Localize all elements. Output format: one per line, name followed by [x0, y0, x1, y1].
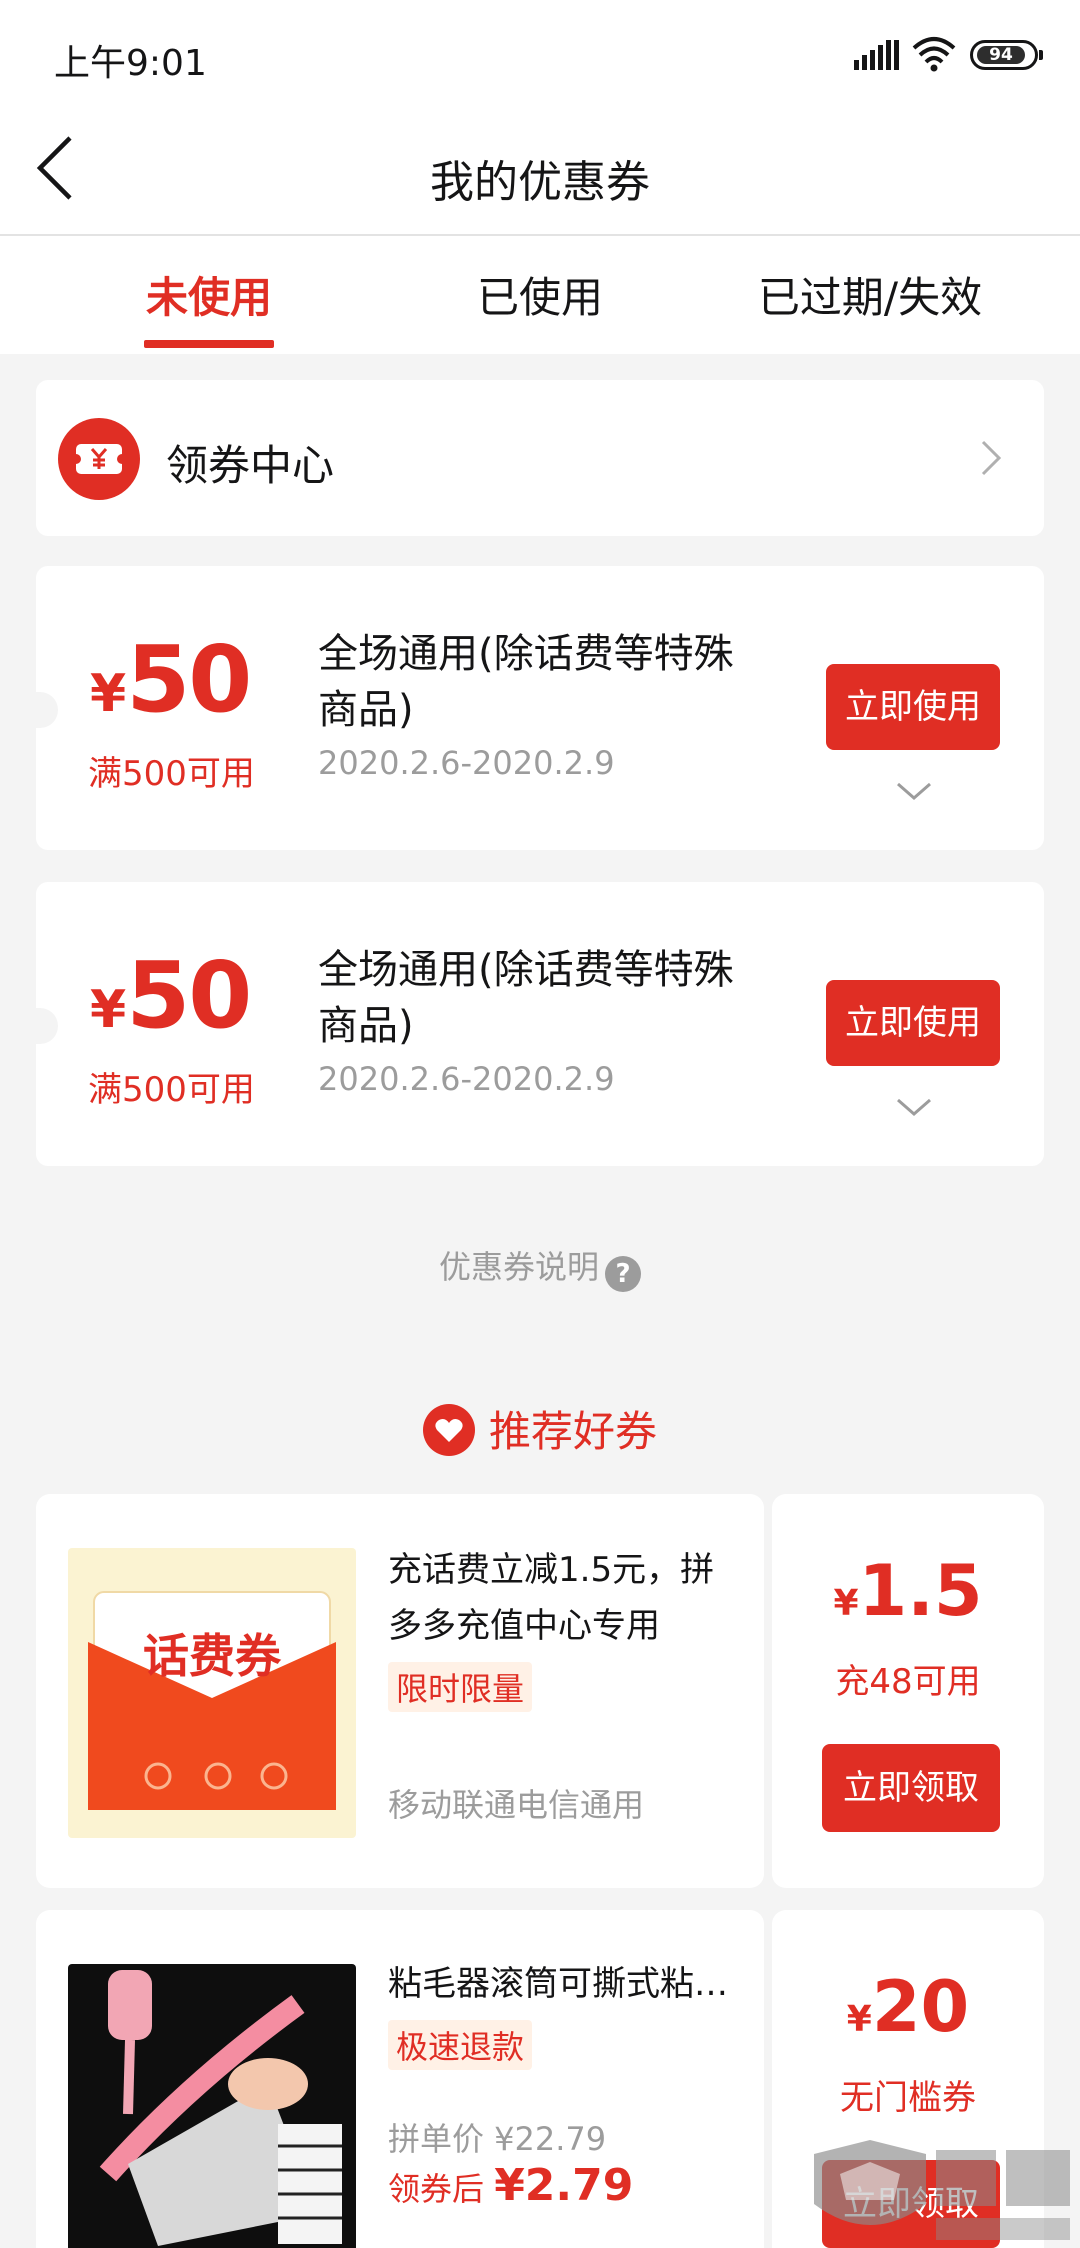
- nav-bar: 我的优惠券: [0, 112, 1080, 236]
- page-title: 我的优惠券: [430, 157, 650, 208]
- coupon-amount: ¥50: [90, 942, 252, 1049]
- after-coupon-amount: ¥2.79: [494, 2160, 634, 2211]
- battery-icon: 94: [970, 40, 1043, 70]
- chevron-right-icon: [981, 440, 1002, 476]
- recommend-item-desc: 粘毛器滚筒可撕式粘…: [388, 1964, 728, 2004]
- after-coupon-price: 领券后 ¥2.79: [388, 2160, 633, 2211]
- recommend-value: ¥1.5: [772, 1550, 1044, 1632]
- recommend-item-card[interactable]: 粘毛器滚筒可撕式粘… 极速退款 拼单价 ¥22.79 领券后 ¥2.79: [36, 1910, 764, 2248]
- signal-icon: [854, 40, 899, 70]
- help-icon: ?: [605, 1256, 641, 1292]
- use-now-button[interactable]: 立即使用: [826, 980, 1000, 1066]
- coupon-threshold: 满500可用: [88, 1070, 255, 1110]
- recommend-amount: 1.5: [858, 1550, 983, 1632]
- use-now-button[interactable]: 立即使用: [826, 664, 1000, 750]
- coupon-center-row[interactable]: 领券中心: [36, 380, 1044, 536]
- tab-expired[interactable]: 已过期/失效: [740, 264, 1000, 325]
- coupon-title: 全场通用(除话费等特殊商品): [318, 631, 734, 733]
- coupon-yen-icon: [58, 418, 140, 500]
- currency-symbol: ¥: [846, 1999, 872, 2040]
- coupon-value: 50: [126, 942, 252, 1049]
- heart-icon: [422, 1404, 475, 1456]
- currency-symbol: ¥: [833, 1583, 859, 1624]
- currency-symbol: ¥: [90, 980, 127, 1040]
- thumb-label: 话费券: [143, 1629, 281, 1683]
- chevron-down-icon[interactable]: [894, 1092, 934, 1122]
- status-bar: 上午9:01 94: [0, 0, 1080, 112]
- tab-active-indicator: [144, 340, 274, 348]
- recommend-heading: 推荐好券: [0, 1398, 1080, 1459]
- coupon-card: ¥50 满500可用 全场通用(除话费等特殊商品) 2020.2.6-2020.…: [36, 882, 1044, 1166]
- coupon-notch: [36, 692, 58, 728]
- blackcat-watermark-logo: [814, 2140, 1070, 2240]
- coupon-amount: ¥50: [90, 626, 252, 733]
- status-time: 上午9:01: [54, 43, 207, 84]
- wifi-icon: [912, 37, 956, 72]
- limited-tag: 限时限量: [388, 1662, 533, 1712]
- fast-refund-tag: 极速退款: [388, 2020, 533, 2070]
- recommend-item-card[interactable]: 话费券 充话费立减1.5元，拼多多充值中心专用 限时限量 移动联通电信通用: [36, 1494, 764, 1888]
- tab-unused[interactable]: 未使用: [144, 264, 274, 325]
- coupon-center-label: 领券中心: [166, 441, 335, 490]
- battery-level: 94: [977, 46, 1025, 64]
- recommend-item-desc: 充话费立减1.5元，拼多多充值中心专用: [388, 1550, 715, 1646]
- claim-now-button[interactable]: 立即领取: [822, 1744, 1000, 1832]
- coupon-tabs: 未使用 已使用 已过期/失效: [0, 236, 1080, 354]
- coupon-notch: [36, 1008, 58, 1044]
- chevron-down-icon[interactable]: [894, 776, 934, 806]
- recommend-amount: 20: [871, 1966, 970, 2048]
- coupon-card: ¥50 满500可用 全场通用(除话费等特殊商品) 2020.2.6-2020.…: [36, 566, 1044, 850]
- recommend-condition: 无门槛券: [840, 2078, 976, 2118]
- lint-roller-product-image: [68, 1964, 356, 2248]
- coupon-info-link[interactable]: 优惠券说明?: [0, 1242, 1080, 1292]
- recommend-condition: 充48可用: [835, 1662, 981, 1702]
- coupon-title: 全场通用(除话费等特殊商品): [318, 947, 734, 1049]
- coupon-validity-dates: 2020.2.6-2020.2.9: [318, 744, 615, 782]
- tab-used[interactable]: 已使用: [460, 264, 620, 325]
- coupon-value: 50: [126, 626, 252, 733]
- coupon-validity-dates: 2020.2.6-2020.2.9: [318, 1060, 615, 1098]
- phone-credit-coupon-image: 话费券: [68, 1548, 356, 1838]
- currency-symbol: ¥: [90, 664, 127, 724]
- carrier-note: 移动联通电信通用: [388, 1786, 645, 1824]
- recommend-value: ¥20: [772, 1966, 1044, 2048]
- coupon-threshold: 满500可用: [88, 754, 255, 794]
- after-coupon-label: 领券后: [388, 2170, 495, 2208]
- recommend-item-action: ¥1.5 充48可用 立即领取: [772, 1494, 1044, 1888]
- recommend-heading-label: 推荐好券: [488, 1407, 657, 1456]
- group-price: 拼单价 ¥22.79: [388, 2120, 607, 2158]
- coupon-info-label: 优惠券说明: [438, 1248, 599, 1286]
